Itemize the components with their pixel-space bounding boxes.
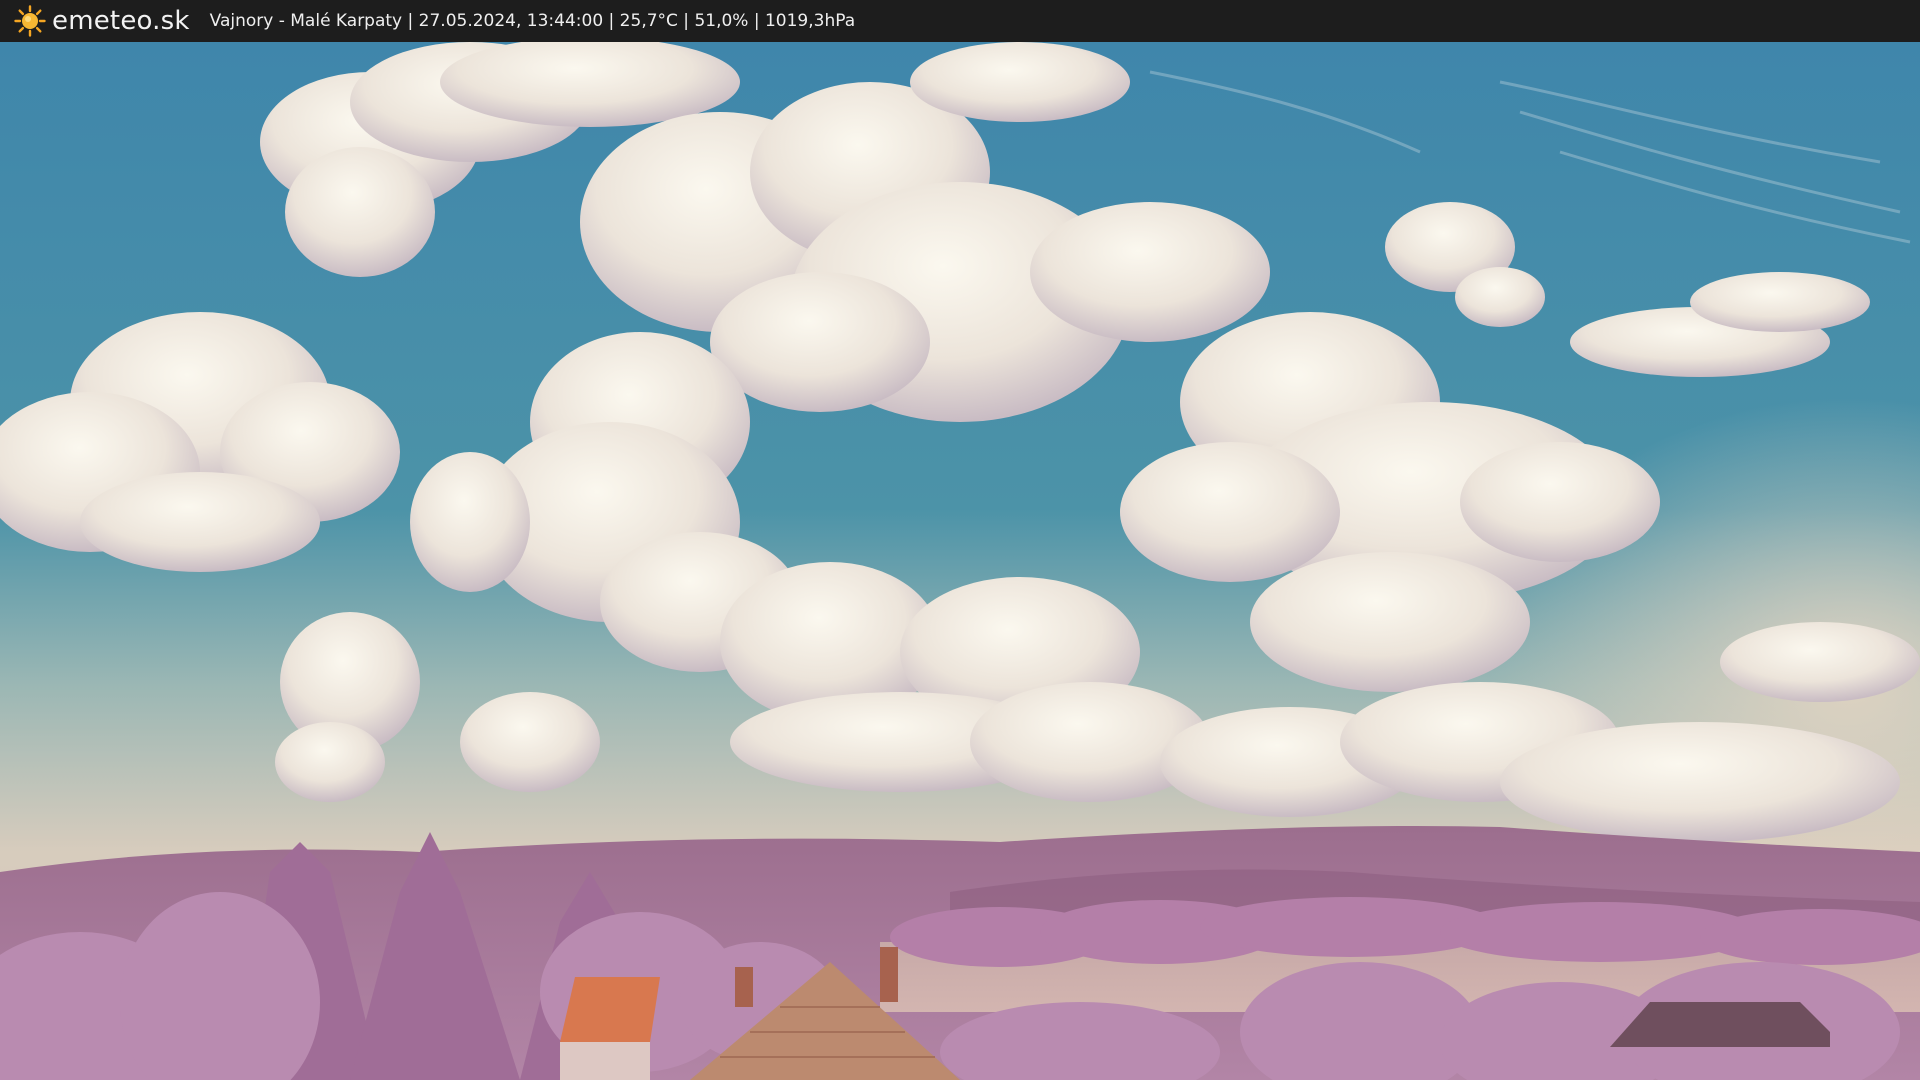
- site-logo-link[interactable]: emeteo.sk: [14, 5, 190, 37]
- sun-icon: [14, 5, 46, 37]
- top-bar: emeteo.sk Vajnory - Malé Karpaty | 27.05…: [0, 0, 1920, 42]
- webcam-image: [0, 42, 1920, 1080]
- brand-name: emeteo.sk: [52, 6, 190, 36]
- webcam-caption: Vajnory - Malé Karpaty | 27.05.2024, 13:…: [209, 11, 856, 31]
- webcam-scene: [0, 42, 1920, 1080]
